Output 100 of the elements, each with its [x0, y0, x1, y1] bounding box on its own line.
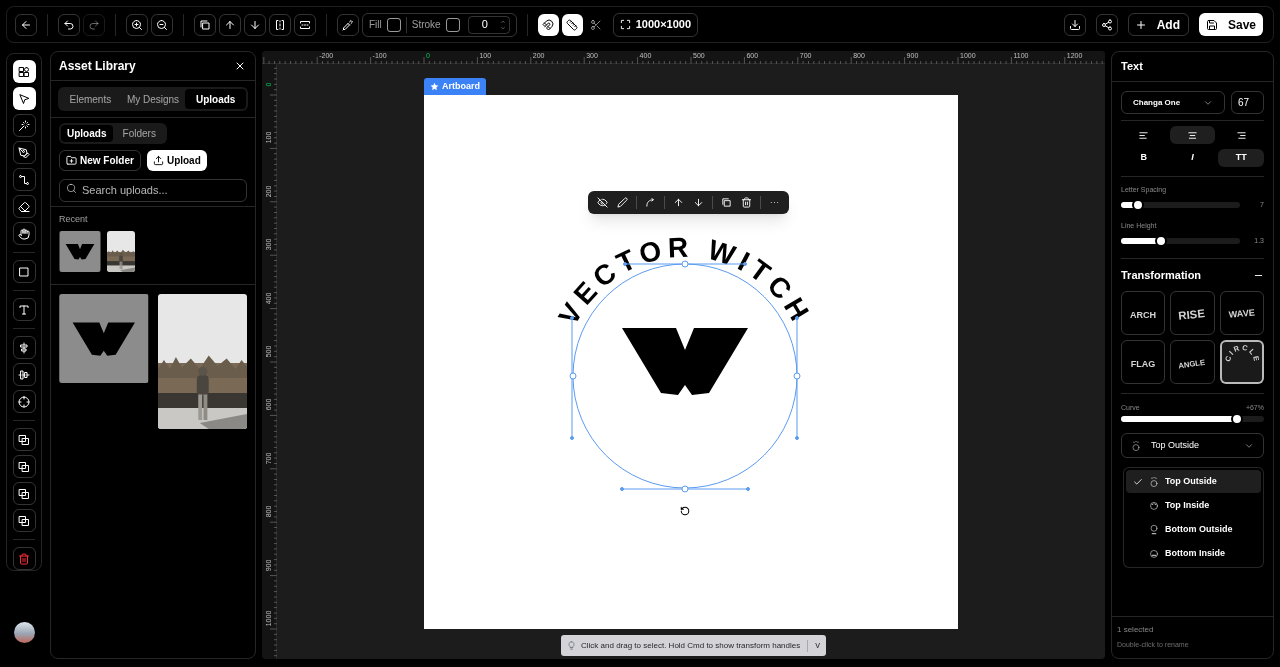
canvas-size-button[interactable]: 1000×1000 — [612, 12, 699, 37]
slider-track[interactable] — [1121, 416, 1264, 422]
add-button[interactable]: Add — [1127, 13, 1189, 36]
eyedropper-button[interactable] — [337, 13, 359, 36]
download-button[interactable] — [1063, 13, 1086, 36]
share-icon — [1100, 18, 1113, 31]
zoom-in-button[interactable] — [126, 13, 148, 36]
center-tool[interactable] — [12, 390, 36, 413]
preset-text: FLAG — [1130, 358, 1156, 369]
slider-thumb[interactable] — [1230, 413, 1243, 425]
flip-horizontal-button[interactable] — [269, 13, 291, 36]
tab[interactable]: Folders — [113, 125, 165, 142]
slider-track[interactable] — [1121, 237, 1240, 244]
menu-item[interactable]: Top Outside — [1126, 470, 1261, 493]
share-button[interactable] — [1095, 13, 1118, 36]
copy-icon — [199, 18, 211, 31]
bring-to-front-tool[interactable] — [12, 428, 36, 451]
pen-icon — [18, 146, 30, 159]
align-vertical-icon — [18, 341, 30, 354]
shapes-icon — [18, 65, 30, 78]
snap-button[interactable] — [537, 13, 559, 36]
path-tool[interactable] — [12, 168, 36, 191]
align-right-icon — [1235, 129, 1247, 141]
new-folder-button[interactable]: New Folder — [59, 150, 141, 171]
edit-button[interactable] — [614, 194, 631, 211]
section-title: Transformation — [1121, 268, 1202, 283]
rotate-icon[interactable] — [680, 506, 690, 516]
zoom-out-icon — [156, 18, 168, 31]
logo-thumbnail[interactable] — [59, 230, 101, 272]
align-horizontal-tool[interactable] — [12, 363, 36, 386]
layers-icon — [18, 487, 30, 500]
zoom-in-icon — [131, 18, 143, 31]
text-position-icon — [1149, 476, 1159, 487]
zoom-out-button[interactable] — [151, 13, 173, 36]
delete-tool[interactable] — [12, 547, 36, 570]
scissors-icon — [590, 18, 603, 31]
menu-item[interactable]: Bottom Inside — [1126, 542, 1261, 565]
menu-item[interactable]: Top Inside — [1126, 494, 1261, 517]
logo-drawing[interactable] — [622, 328, 748, 395]
preset-text: ARCH — [1130, 309, 1157, 320]
text-position-icon — [1149, 500, 1159, 511]
send-backward-tool[interactable] — [12, 509, 36, 532]
transform-preset[interactable]: RISE — [1170, 290, 1215, 335]
undo-button[interactable] — [58, 13, 80, 36]
pan-tool[interactable] — [12, 222, 36, 245]
close-icon — [234, 60, 246, 72]
ruler-button[interactable] — [561, 13, 583, 36]
tab[interactable]: My Designs — [122, 89, 184, 109]
style-toggle[interactable]: TT — [1218, 149, 1264, 167]
upload-button[interactable]: Upload — [146, 150, 207, 171]
magnet-icon — [542, 18, 555, 31]
stroke-width-field[interactable]: 0 — [467, 15, 510, 34]
tab[interactable]: Uploads — [61, 125, 113, 142]
align-left-icon — [1138, 129, 1150, 141]
text-position-icon — [1131, 440, 1141, 451]
tab[interactable]: Uploads — [185, 89, 246, 109]
upload-icon — [152, 155, 164, 166]
font-dropdown[interactable]: Changa One — [1121, 91, 1225, 114]
avatar[interactable] — [13, 622, 35, 643]
back-button[interactable] — [15, 13, 37, 36]
tab[interactable]: Elements — [60, 89, 121, 109]
transform-preset[interactable]: FLAG — [1121, 339, 1166, 384]
crosshair-icon — [18, 395, 30, 408]
bring-forward-tool[interactable] — [12, 482, 36, 505]
magic-select-tool[interactable] — [12, 114, 36, 137]
align-vertical-tool[interactable] — [12, 336, 36, 359]
hint-text: Click and drag to select. Hold Cmd to show transform handles — [581, 639, 801, 652]
rectangle-tool[interactable] — [12, 260, 36, 283]
artboard-label[interactable]: Artboard — [424, 78, 486, 95]
arrow-down-icon — [249, 18, 261, 31]
text-tool[interactable] — [12, 298, 36, 321]
send-backward-button[interactable] — [244, 13, 266, 36]
duplicate-button[interactable] — [194, 13, 216, 36]
elements-tool[interactable] — [12, 60, 36, 83]
select-tool[interactable] — [12, 87, 36, 110]
position-dropdown[interactable]: Top Outside — [1121, 433, 1264, 458]
hide-button[interactable] — [594, 194, 611, 211]
menu-item[interactable]: Bottom Outside — [1126, 518, 1261, 541]
style-toggle[interactable]: B — [1121, 149, 1167, 167]
search-icon — [66, 183, 77, 194]
eraser-tool[interactable] — [12, 195, 36, 218]
logo-thumbnail[interactable] — [59, 293, 149, 383]
pencil-icon — [617, 197, 628, 208]
font-size-field[interactable]: 67 — [1231, 91, 1264, 114]
transform-preset[interactable]: WAVE — [1219, 290, 1264, 335]
align-center-button[interactable] — [1169, 126, 1216, 144]
slider-track[interactable] — [1121, 201, 1240, 208]
copy-icon — [721, 197, 732, 208]
fill-swatch[interactable] — [386, 17, 401, 32]
save-button[interactable]: Save — [1198, 13, 1263, 36]
pen-tool[interactable] — [12, 141, 36, 164]
transform-preset[interactable]: ARCH — [1121, 290, 1166, 335]
style-toggle[interactable]: I — [1169, 149, 1216, 167]
bring-forward-button[interactable] — [219, 13, 241, 36]
text-icon — [18, 303, 30, 316]
flip-vertical-button[interactable] — [294, 13, 316, 36]
stroke-swatch[interactable] — [445, 17, 460, 32]
text-position-icon — [1149, 548, 1159, 559]
wand-icon — [18, 119, 30, 132]
send-to-back-tool[interactable] — [12, 455, 36, 478]
